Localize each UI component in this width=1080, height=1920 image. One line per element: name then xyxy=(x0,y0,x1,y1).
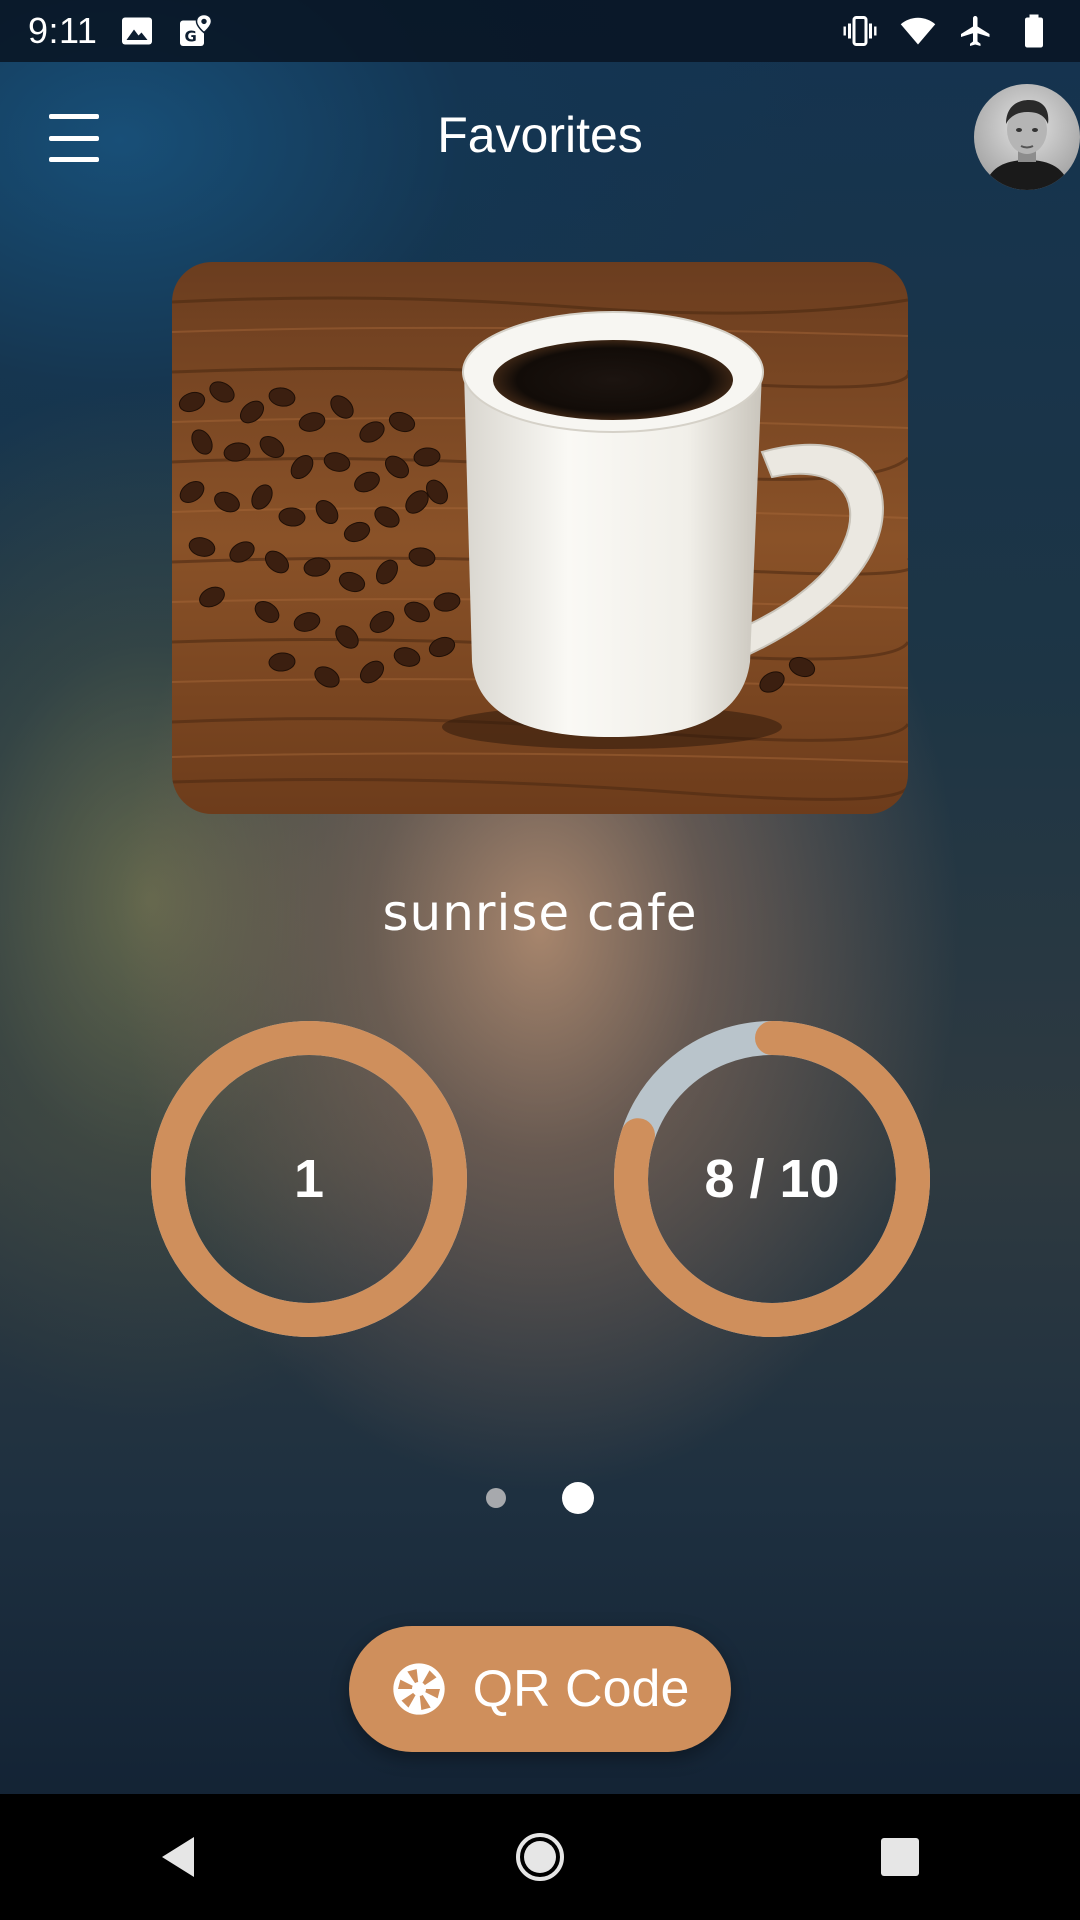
maps-icon: G xyxy=(180,13,213,46)
recents-icon xyxy=(881,1838,919,1876)
user-avatar-icon xyxy=(974,84,1080,190)
back-button[interactable] xyxy=(120,1797,240,1917)
svg-text:G: G xyxy=(185,28,197,46)
navigation-bar xyxy=(0,1794,1080,1920)
battery-icon xyxy=(1025,14,1043,48)
qr-code-button[interactable]: QR Code xyxy=(349,1626,731,1752)
status-bar: 9:11 G xyxy=(0,0,1080,62)
camera-shutter-icon xyxy=(392,1663,445,1715)
stamps-ring-value: 8 / 10 xyxy=(704,1149,840,1209)
visits-ring-value: 1 xyxy=(293,1149,325,1209)
page-dot-1[interactable] xyxy=(486,1488,506,1508)
cafe-name: sunrise cafe xyxy=(382,884,698,942)
home-button[interactable] xyxy=(480,1797,600,1917)
page-indicator xyxy=(0,1480,1080,1516)
stamps-ring: 8 / 10 xyxy=(613,1020,931,1338)
recents-button[interactable] xyxy=(840,1797,960,1917)
status-left: 9:11 G xyxy=(28,10,213,52)
image-icon xyxy=(122,17,153,45)
vibrate-icon xyxy=(843,16,877,46)
airplane-icon xyxy=(961,16,990,46)
page-title: Favorites xyxy=(437,107,643,163)
app-bar: Favorites xyxy=(0,62,1080,212)
hero-photo xyxy=(172,262,908,814)
qr-code-label: QR Code xyxy=(472,1660,690,1718)
wifi-icon xyxy=(900,17,936,45)
avatar[interactable] xyxy=(974,84,1080,190)
back-icon xyxy=(162,1837,194,1877)
page-dot-2[interactable] xyxy=(562,1482,594,1514)
status-time: 9:11 xyxy=(28,10,98,51)
coffee-mug-photo xyxy=(172,262,908,814)
status-right xyxy=(842,13,1052,49)
visits-ring: 1 xyxy=(150,1020,468,1338)
home-icon xyxy=(516,1833,564,1881)
